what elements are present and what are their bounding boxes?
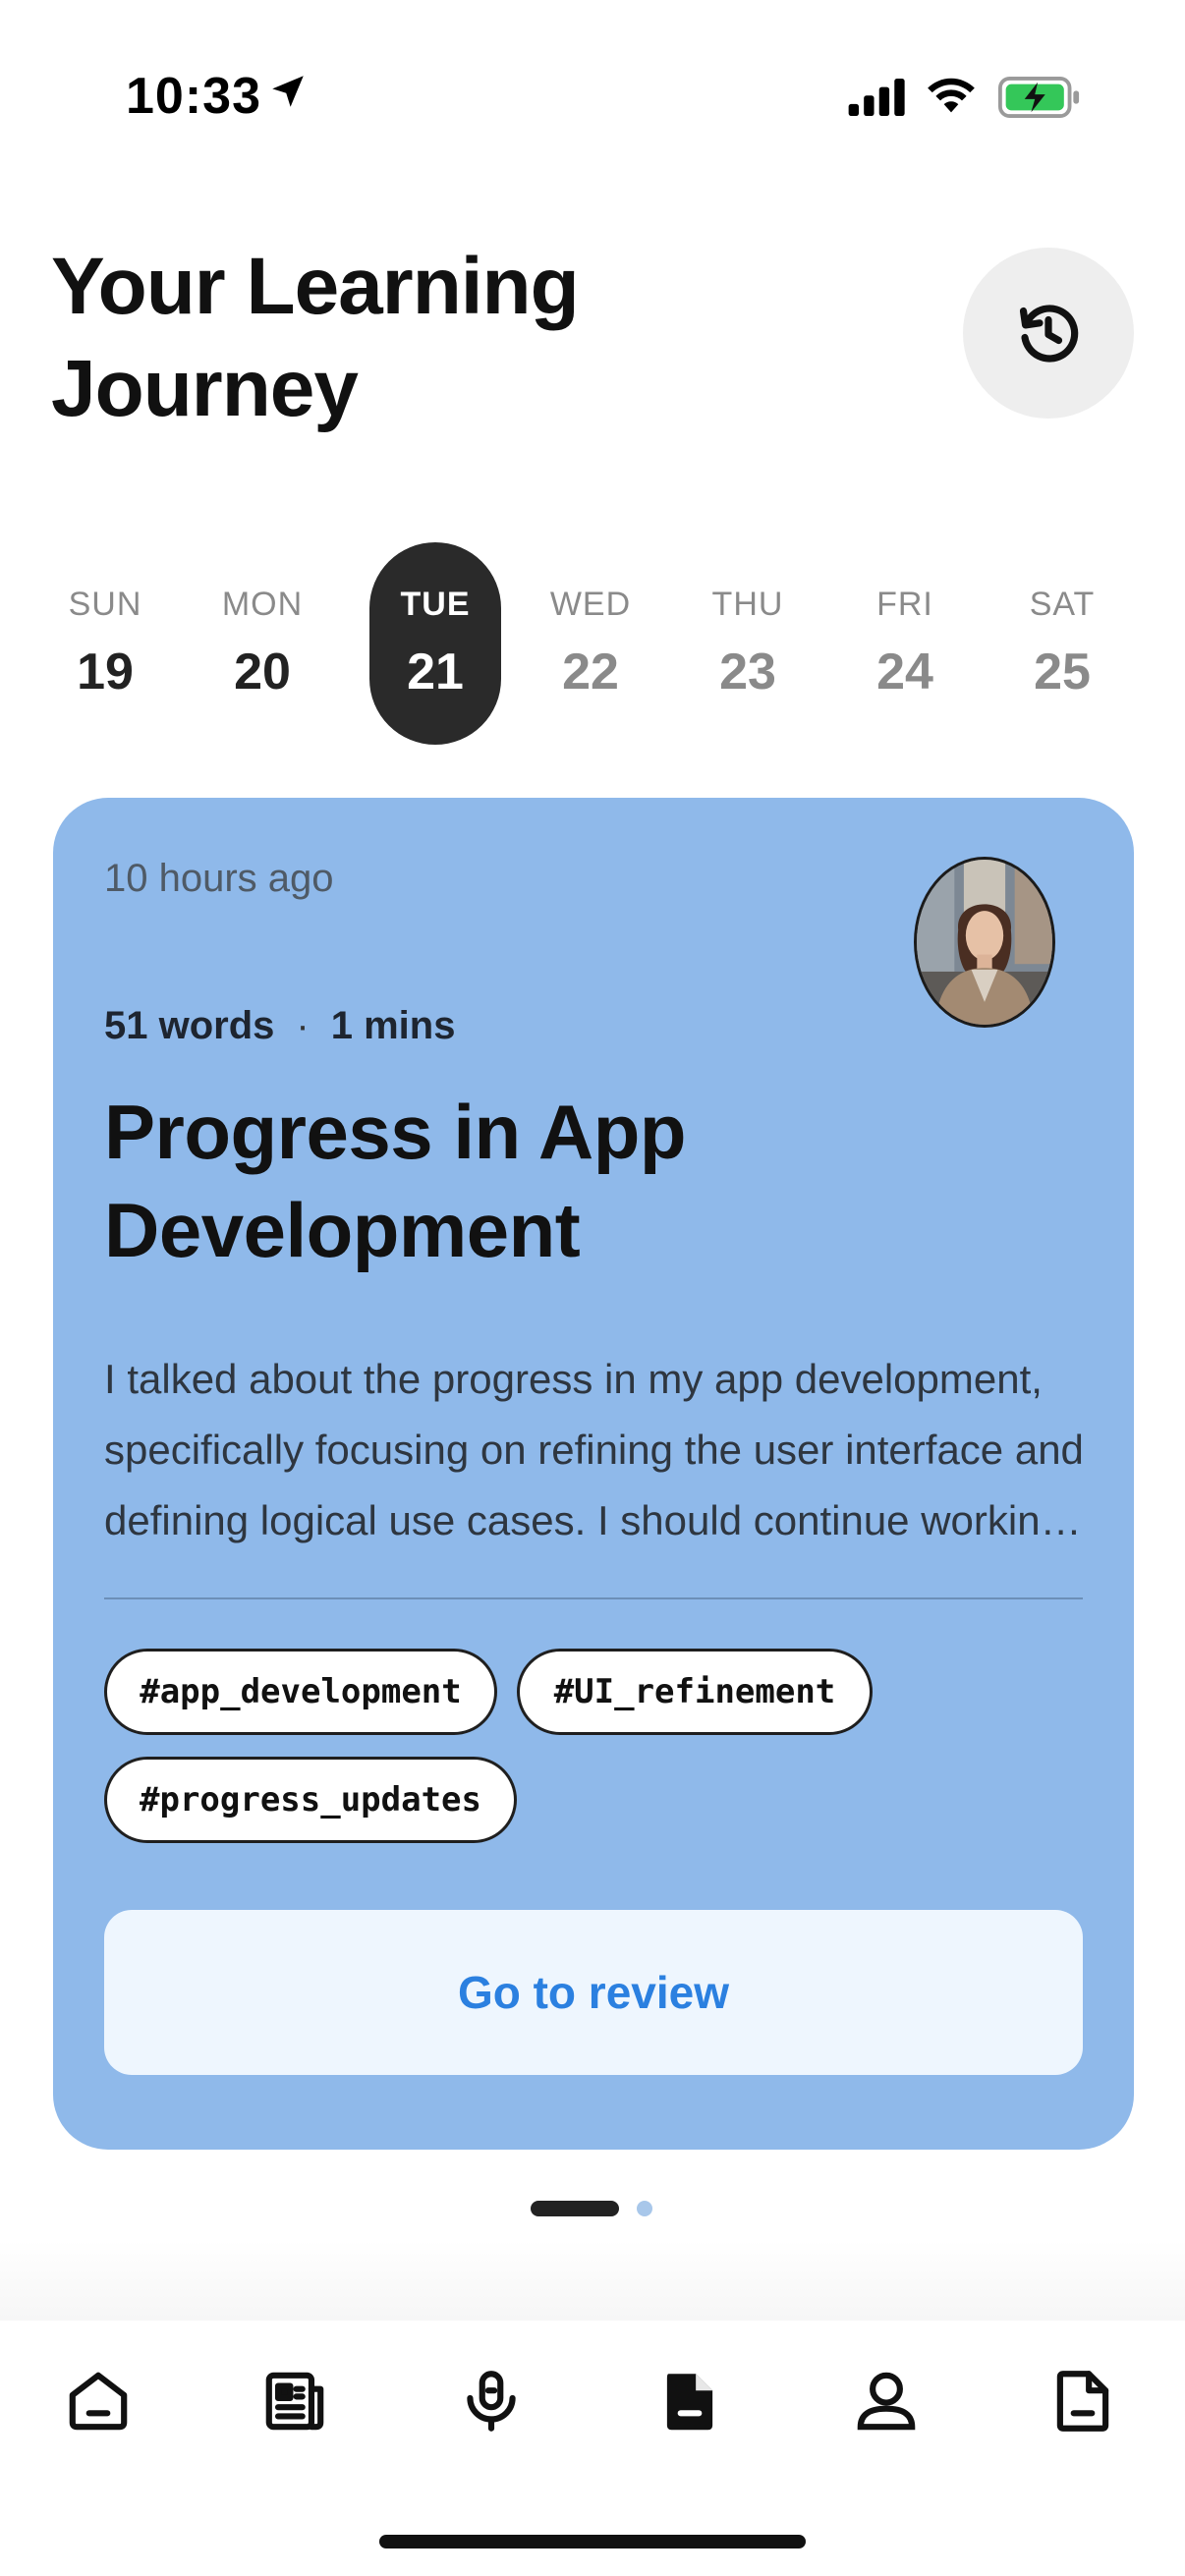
- newspaper-icon: [265, 2372, 324, 2431]
- tag-chip[interactable]: #UI_refinement: [517, 1649, 873, 1735]
- wifi-icon: [928, 78, 975, 113]
- day-tue-selected[interactable]: TUE 21: [369, 542, 501, 745]
- page-indicator-active[interactable]: [531, 2201, 619, 2216]
- status-bar: 10:33: [0, 0, 1185, 187]
- day-number: 22: [562, 644, 619, 700]
- day-name: MON: [221, 586, 304, 623]
- page-indicator-dot[interactable]: [637, 2201, 652, 2216]
- document-filled-icon: [666, 2374, 713, 2431]
- nav-notes-active[interactable]: [641, 2352, 739, 2450]
- day-thu[interactable]: THU 23: [682, 542, 814, 745]
- day-name: FRI: [876, 586, 933, 623]
- day-name: SAT: [1029, 586, 1096, 623]
- day-number: 19: [77, 644, 134, 700]
- status-time: 10:33: [126, 68, 261, 125]
- bottom-nav-shadow: [0, 2240, 1185, 2321]
- journal-entry-card[interactable]: 10 hours ago 51 words · 1 mins Progress in…: [53, 798, 1134, 2150]
- duration: 1 mins: [330, 1004, 456, 1047]
- nav-documents[interactable]: [1034, 2352, 1132, 2450]
- card-divider: [104, 1597, 1083, 1599]
- day-wed[interactable]: WED 22: [525, 542, 656, 745]
- profile-icon: [857, 2372, 916, 2431]
- history-icon: [1019, 305, 1079, 363]
- day-fri[interactable]: FRI 24: [839, 542, 971, 745]
- nav-home[interactable]: [49, 2352, 147, 2450]
- location-arrow-icon: [272, 76, 304, 107]
- entry-summary: I talked about the progress in my app de…: [104, 1356, 1084, 1543]
- tag-chip[interactable]: #app_development: [104, 1649, 497, 1735]
- document-outline-icon: [1056, 2371, 1109, 2432]
- word-count: 51 words: [104, 1004, 275, 1047]
- microphone-icon: [467, 2371, 516, 2432]
- home-indicator[interactable]: [379, 2535, 806, 2548]
- avatar-portrait-icon: [917, 860, 1052, 1025]
- day-name: SUN: [68, 586, 142, 623]
- page-indicator: [0, 2197, 1185, 2220]
- battery-charging-icon: [998, 77, 1080, 118]
- nav-articles[interactable]: [246, 2352, 344, 2450]
- entry-title: Progress in App Development: [104, 1089, 687, 1273]
- day-number: 20: [234, 644, 291, 700]
- nav-record[interactable]: [442, 2352, 540, 2450]
- history-button[interactable]: [963, 248, 1134, 419]
- home-icon: [69, 2372, 128, 2431]
- day-number: 25: [1034, 644, 1091, 700]
- day-number: 21: [407, 644, 464, 700]
- day-number: 24: [876, 644, 933, 700]
- day-mon[interactable]: MON 20: [197, 542, 328, 745]
- time-ago: 10 hours ago: [104, 857, 334, 900]
- entry-meta: 51 words · 1 mins: [104, 1004, 455, 1048]
- cellular-signal-icon: [848, 79, 905, 116]
- day-name: THU: [711, 586, 784, 623]
- week-day-selector: SUN 19 MON 20 TUE 21 WED 22 THU 23 FRI 2…: [39, 542, 1146, 745]
- day-sat[interactable]: SAT 25: [996, 542, 1128, 745]
- day-name: TUE: [400, 586, 471, 623]
- tag-chip[interactable]: #progress_updates: [104, 1757, 517, 1843]
- meta-separator: ·: [296, 1004, 310, 1047]
- day-number: 23: [719, 644, 776, 700]
- day-sun[interactable]: SUN 19: [39, 542, 171, 745]
- avatar[interactable]: [914, 857, 1055, 1028]
- nav-profile[interactable]: [837, 2352, 935, 2450]
- day-name: WED: [549, 586, 632, 623]
- go-to-review-button[interactable]: Go to review: [104, 1910, 1083, 2075]
- page-title: Your Learning Journey: [51, 242, 580, 433]
